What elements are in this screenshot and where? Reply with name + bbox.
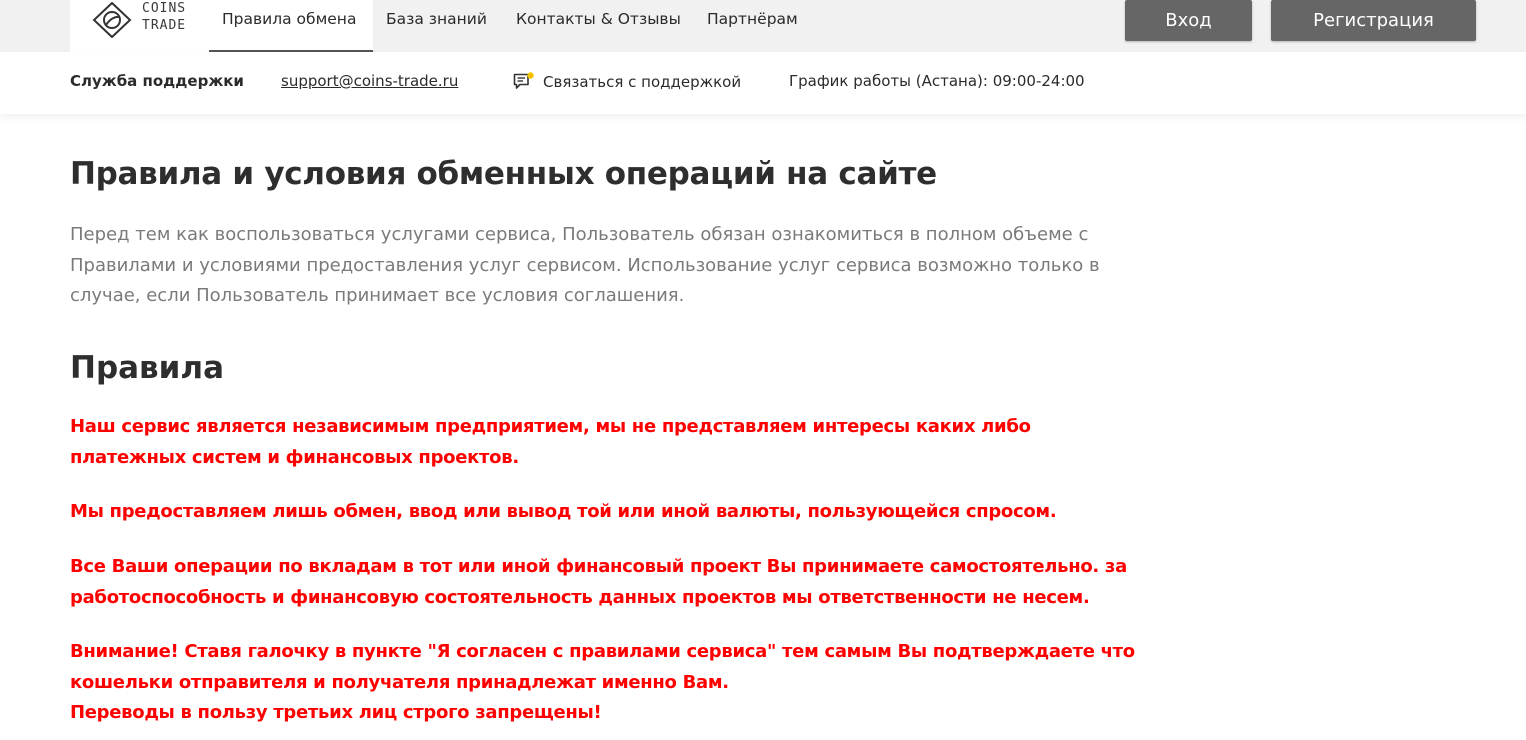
rule-item: Внимание! Ставя галочку в пункте "Я согл… xyxy=(70,637,1160,729)
rule-line: Все Ваши операции по вкладам в тот или и… xyxy=(70,556,1127,577)
rule-line: Наш сервис является независимым предприя… xyxy=(70,416,1031,437)
logo-line-1: COINS xyxy=(142,1,187,16)
nav-item-label: Партнёрам xyxy=(707,10,798,28)
support-title: Служба поддержки xyxy=(70,72,244,90)
intro-paragraph: Перед тем как воспользоваться услугами с… xyxy=(70,224,1100,306)
rule-line: платежных систем и финансовых проектов. xyxy=(70,446,519,468)
page-title: Правила и условия обменных операций на с… xyxy=(70,156,937,192)
rule-line: Переводы в пользу третьих лиц строго зап… xyxy=(70,702,602,723)
rule-line: Внимание! Ставя галочку в пункте "Я согл… xyxy=(70,641,1135,662)
contact-support-label: Связаться с поддержкой xyxy=(543,73,742,91)
nav-item-label: Контакты & Отзывы xyxy=(516,10,681,28)
support-email-link[interactable]: support@coins-trade.ru xyxy=(281,72,458,90)
chat-icon xyxy=(513,72,534,89)
login-button[interactable]: Вход xyxy=(1125,0,1252,41)
rule-line: кошельки отправителя и получателя принад… xyxy=(70,671,729,693)
rule-item: Все Ваши операции по вкладам в тот или и… xyxy=(70,552,1160,613)
nav-item-knowledge-base[interactable]: База знаний xyxy=(386,0,487,52)
rule-line: работоспособность и финансовую состоятел… xyxy=(70,586,1090,608)
nav-item-exchange-rules[interactable]: Правила обмена xyxy=(209,0,373,52)
rule-item: Мы предоставляем лишь обмен, ввод или вы… xyxy=(70,497,1160,528)
support-bar: Служба поддержки support@coins-trade.ru … xyxy=(0,52,1526,114)
rule-item: Наш сервис является независимым предприя… xyxy=(70,412,1160,473)
rule-line: Мы предоставляем лишь обмен, ввод или вы… xyxy=(70,501,1057,522)
top-navigation-bar: COINS TRADE Правила обмена База знаний К… xyxy=(0,0,1526,52)
rules-heading: Правила xyxy=(70,350,225,386)
logo-wordmark: COINS TRADE xyxy=(142,0,186,34)
nav-item-label: База знаний xyxy=(386,10,487,28)
work-schedule: График работы (Астана): 09:00-24:00 xyxy=(789,72,1085,90)
logo-line-2: TRADE xyxy=(142,18,187,33)
register-button[interactable]: Регистрация xyxy=(1271,0,1476,41)
nav-item-label: Правила обмена xyxy=(222,10,357,28)
nav-item-partners[interactable]: Партнёрам xyxy=(707,0,798,52)
logo[interactable]: COINS TRADE xyxy=(70,0,209,52)
coins-trade-logo-icon xyxy=(92,2,132,38)
nav-item-contacts-reviews[interactable]: Контакты & Отзывы xyxy=(516,0,681,52)
contact-support-link[interactable]: Связаться с поддержкой xyxy=(513,72,741,91)
